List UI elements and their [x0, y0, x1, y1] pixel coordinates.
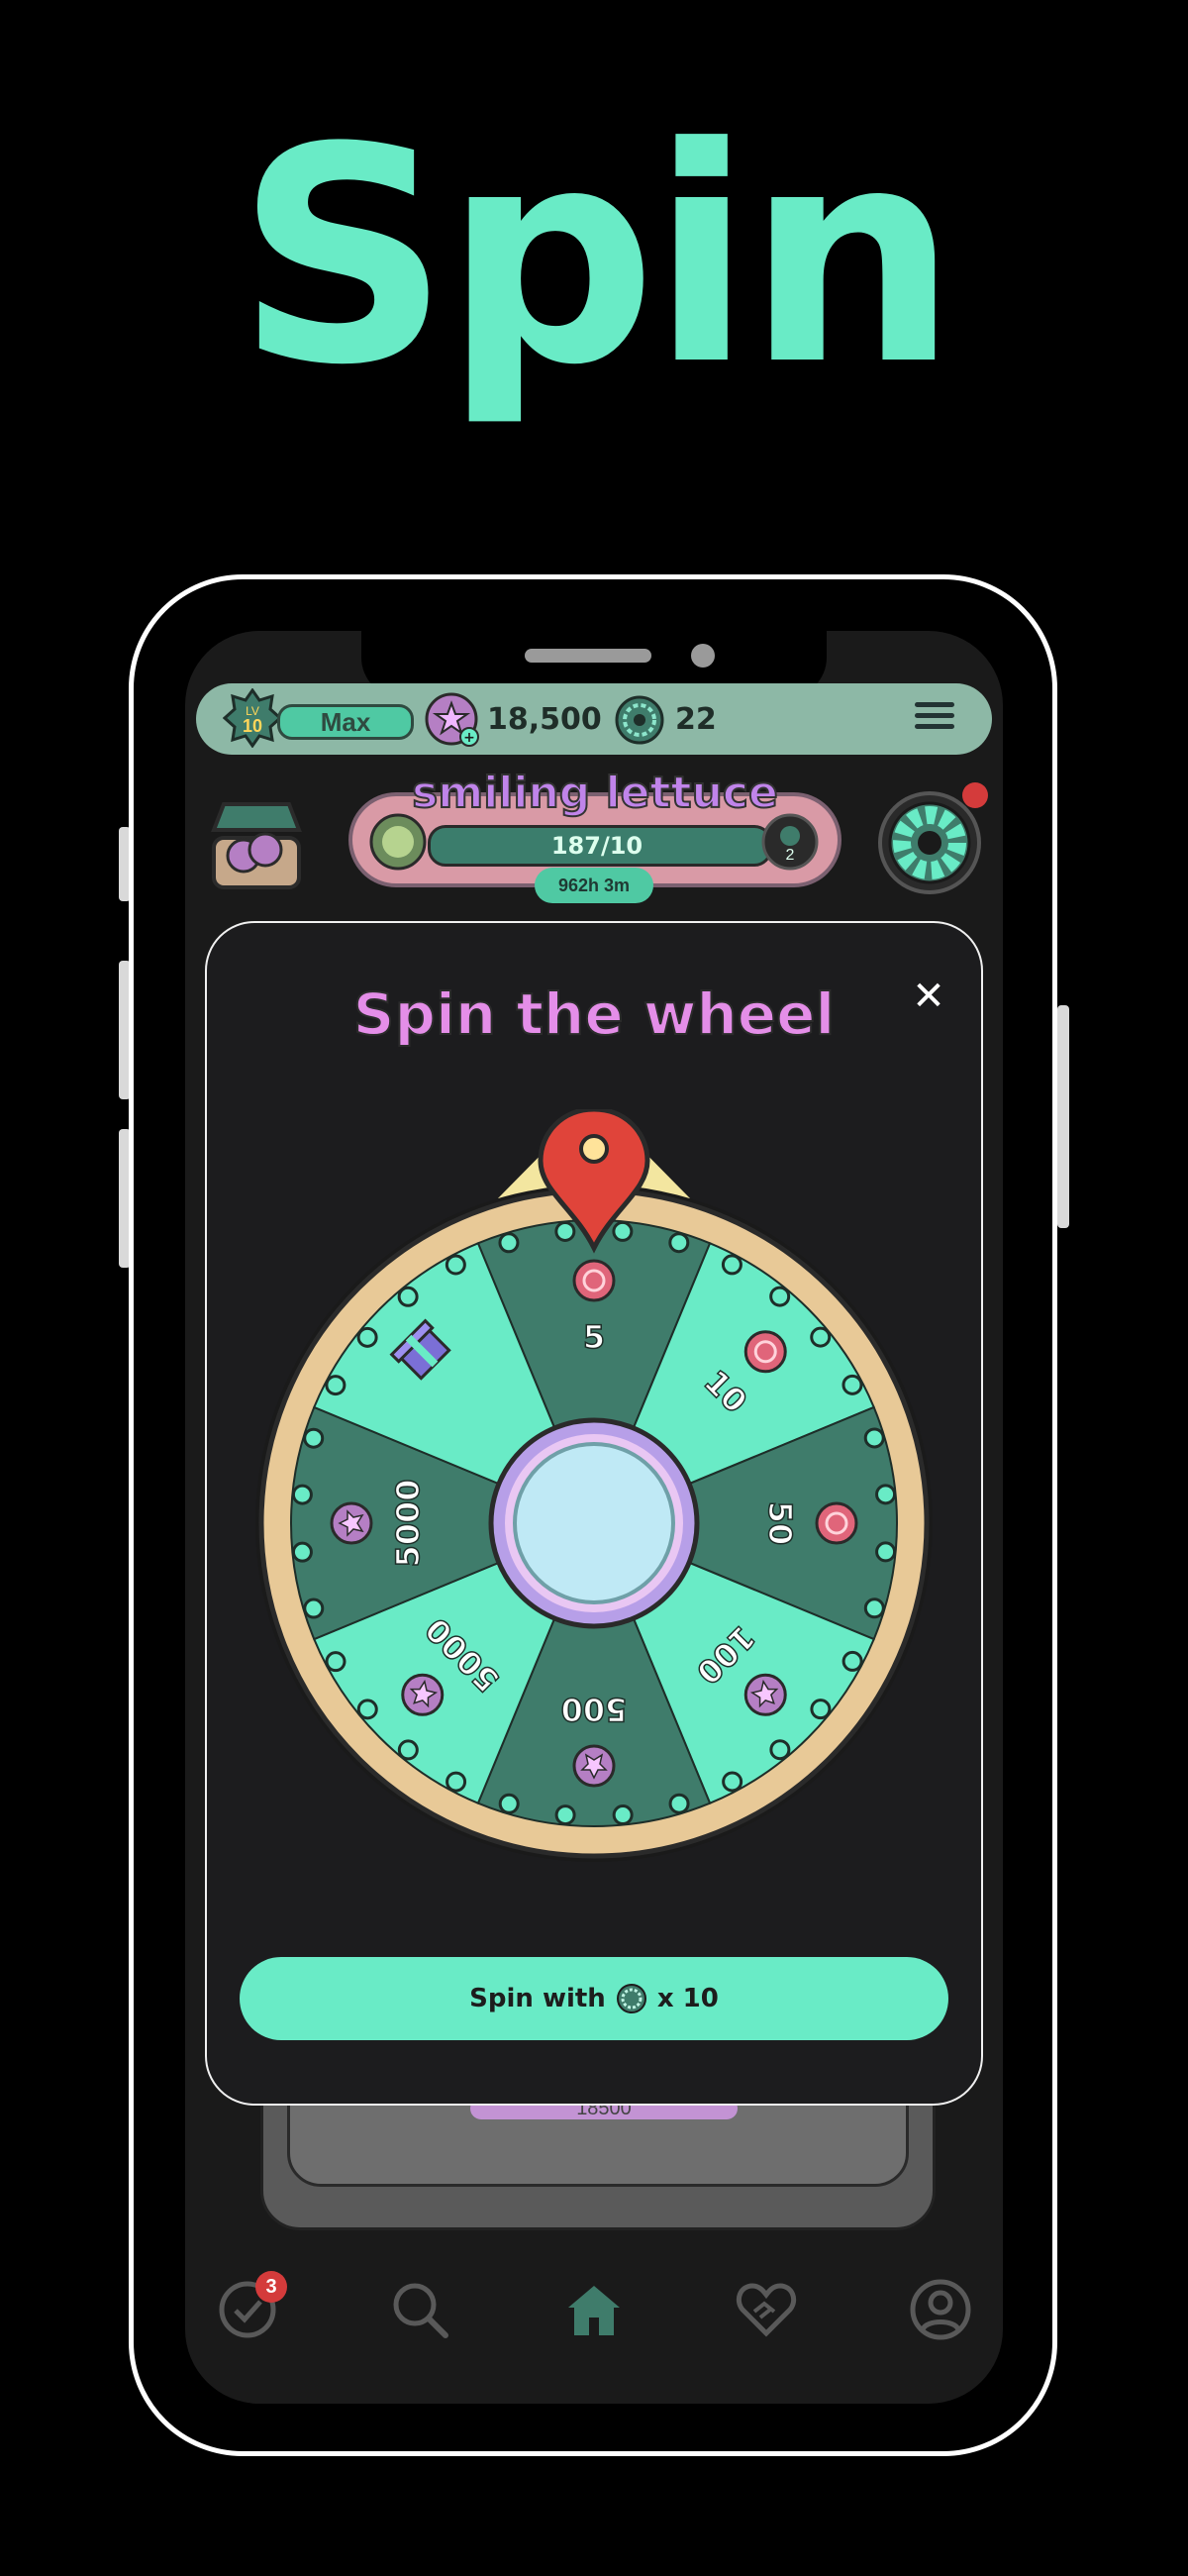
rim-light	[325, 1651, 346, 1673]
search-icon[interactable]	[388, 2278, 451, 2341]
rim-light	[842, 1374, 863, 1395]
progress-badge-count: 2	[786, 847, 795, 864]
rim-light	[291, 1484, 313, 1505]
spins-count: 22	[675, 702, 717, 737]
wheel-segment-label: 5000	[389, 1479, 427, 1567]
rim-light	[498, 1793, 520, 1814]
rim-light	[446, 1771, 467, 1793]
rim-light	[668, 1232, 690, 1254]
close-icon[interactable]: ✕	[909, 977, 948, 1016]
rim-light	[356, 1326, 378, 1348]
profile-icon[interactable]	[909, 2278, 972, 2341]
phone-camera	[691, 644, 715, 668]
notification-dot	[962, 782, 988, 808]
rim-light	[810, 1326, 832, 1348]
token-reward-icon	[815, 1501, 858, 1545]
rim-light	[325, 1375, 346, 1396]
progress-badge-icon: 2	[761, 813, 819, 871]
rim-light	[875, 1484, 897, 1505]
spin-button-prefix: Spin with	[469, 1984, 606, 2013]
spin-token-icon	[615, 695, 664, 745]
rim-light	[397, 1739, 419, 1761]
rim-light	[722, 1771, 743, 1793]
rim-light	[397, 1286, 419, 1307]
token-reward-icon	[572, 1259, 616, 1302]
hero-title: Spin	[236, 84, 957, 430]
rim-light	[291, 1541, 313, 1563]
heart-handshake-icon[interactable]	[735, 2278, 798, 2341]
level-value: 10	[243, 716, 262, 736]
rim-light	[356, 1699, 378, 1720]
home-icon[interactable]	[562, 2278, 626, 2341]
rim-light	[810, 1699, 832, 1720]
rim-light	[303, 1427, 325, 1449]
rim-light	[863, 1597, 885, 1619]
timer-badge: 962h 3m	[535, 868, 653, 903]
svg-text:+: +	[463, 730, 475, 746]
rim-light	[875, 1541, 897, 1563]
rim-light	[769, 1286, 791, 1307]
phone-speaker	[525, 649, 651, 663]
star-coin-reward-icon	[330, 1501, 373, 1545]
rim-light	[863, 1427, 885, 1449]
shop-icon[interactable]	[202, 788, 311, 897]
spin-token-icon	[616, 1984, 646, 2013]
star-coin-reward-icon	[572, 1744, 616, 1788]
username-pill[interactable]: Max	[277, 704, 414, 740]
prize-wheel[interactable]: 5105010050050005000	[248, 1109, 940, 1862]
progress-value: 187/10	[550, 832, 644, 860]
rim-light	[721, 1254, 742, 1276]
level-badge-icon[interactable]: LV 10	[223, 688, 282, 748]
star-coin-icon: +	[425, 692, 479, 747]
rim-light	[842, 1650, 863, 1672]
tasks-badge: 3	[255, 2271, 287, 2303]
rim-light	[612, 1220, 634, 1242]
rim-light	[554, 1220, 576, 1242]
rim-light	[769, 1739, 791, 1761]
rim-light	[668, 1793, 690, 1814]
menu-icon[interactable]	[915, 696, 954, 735]
spin-button-cost: x 10	[656, 1984, 719, 2013]
rim-light	[612, 1804, 634, 1826]
rim-light	[498, 1232, 520, 1254]
wheel-segment-label: 50	[761, 1501, 799, 1546]
spin-button[interactable]: Spin with x 10	[240, 1957, 948, 2040]
modal-title: Spin the wheel	[352, 979, 837, 1049]
coins-count: 18,500	[487, 702, 602, 737]
rim-light	[445, 1254, 466, 1276]
rim-light	[554, 1804, 576, 1826]
wheel-segment-label: 5	[583, 1318, 605, 1356]
collection-title: smiling lettuce	[411, 767, 779, 819]
lettuce-icon	[369, 813, 427, 871]
wheel-hub	[513, 1442, 675, 1604]
wheel-segment-label: 500	[561, 1691, 628, 1728]
phone-power-button	[1057, 1005, 1069, 1228]
rim-light	[303, 1597, 325, 1619]
